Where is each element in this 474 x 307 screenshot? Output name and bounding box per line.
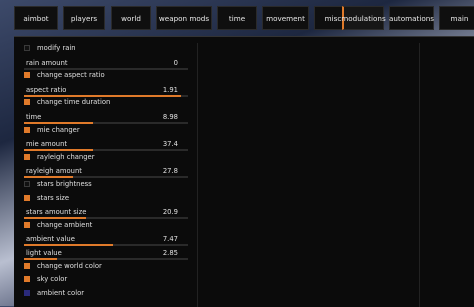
slider-fill	[24, 149, 93, 152]
slider-label: stars amount size	[26, 208, 87, 217]
tab-time[interactable]: time	[217, 6, 257, 30]
checkbox-label: rayleigh changer	[37, 152, 95, 161]
slider-value: 37.4	[162, 140, 178, 149]
slider-track[interactable]	[24, 149, 188, 152]
checkbox-box[interactable]	[24, 181, 30, 187]
checkbox-box[interactable]	[24, 194, 30, 201]
tab-aimbot[interactable]: aimbot	[14, 6, 58, 30]
slider-label: ambient value	[26, 235, 75, 244]
checkbox-box[interactable]	[24, 276, 30, 283]
slider-fill	[24, 122, 93, 124]
checkbox-label: change aspect ratio	[37, 71, 105, 80]
tab-automations[interactable]: automations	[389, 6, 434, 30]
slider-label: light value	[26, 249, 62, 257]
checkbox-label: stars brightness	[37, 180, 92, 188]
checkbox-label: mie changer	[37, 125, 80, 134]
tab-movement[interactable]: movement	[262, 6, 309, 30]
checkbox-box[interactable]	[24, 262, 30, 269]
slider-value: 27.8	[162, 167, 178, 176]
slider-label: mie amount	[26, 140, 68, 149]
tab-world[interactable]: world	[111, 6, 151, 30]
checkbox-box[interactable]	[24, 126, 30, 133]
slider-value: 7.47	[162, 235, 178, 244]
slider-label: rain amount	[26, 58, 68, 67]
checkbox-label: sky color	[37, 275, 68, 284]
checkbox-box[interactable]	[24, 99, 30, 106]
slider-track[interactable]	[24, 217, 188, 220]
slider-fill	[24, 176, 74, 179]
slider-value: 20.9	[162, 208, 178, 217]
slider-fill	[24, 258, 57, 260]
checkbox-box[interactable]	[24, 72, 30, 79]
checkbox-box[interactable]	[24, 221, 30, 228]
slider-track[interactable]	[24, 67, 188, 70]
slider-track[interactable]	[24, 94, 188, 97]
slider-value: 1.91	[162, 85, 178, 94]
modulations-panel: modify rain rain amount 0 change aspect rat…	[14, 36, 474, 307]
checkbox-label: ambient color	[37, 288, 85, 297]
slider-track[interactable]	[24, 122, 188, 124]
checkbox-box[interactable]	[24, 289, 30, 296]
slider-track[interactable]	[24, 244, 188, 247]
checkbox-label: change time duration	[37, 98, 111, 107]
slider-label: aspect ratio	[26, 85, 67, 94]
checkbox-label: change world color	[37, 261, 102, 270]
slider-track[interactable]	[24, 176, 188, 179]
slider-fill	[24, 244, 113, 247]
column-divider	[197, 43, 198, 307]
tab-modulations[interactable]: modulations	[341, 6, 386, 30]
checkbox-box[interactable]	[24, 153, 30, 160]
slider-value: 2.85	[162, 249, 178, 257]
slider-track[interactable]	[24, 258, 188, 260]
tab-main[interactable]: main	[439, 6, 474, 30]
slider-value: 8.98	[162, 113, 178, 121]
checkbox-label: stars size	[37, 193, 70, 202]
slider-label: rayleigh amount	[26, 167, 82, 176]
tab-weapon-mods[interactable]: weapon mods	[156, 6, 212, 30]
slider-label: time	[26, 113, 42, 121]
slider-fill	[24, 217, 87, 220]
checkbox-label: modify rain	[37, 44, 76, 52]
tab-players[interactable]: players	[63, 6, 105, 30]
column-divider	[419, 43, 420, 307]
checkbox-label: change ambient	[37, 220, 93, 229]
checkbox-box[interactable]	[24, 45, 30, 51]
slider-fill	[24, 94, 182, 97]
slider-value: 0	[173, 58, 178, 67]
